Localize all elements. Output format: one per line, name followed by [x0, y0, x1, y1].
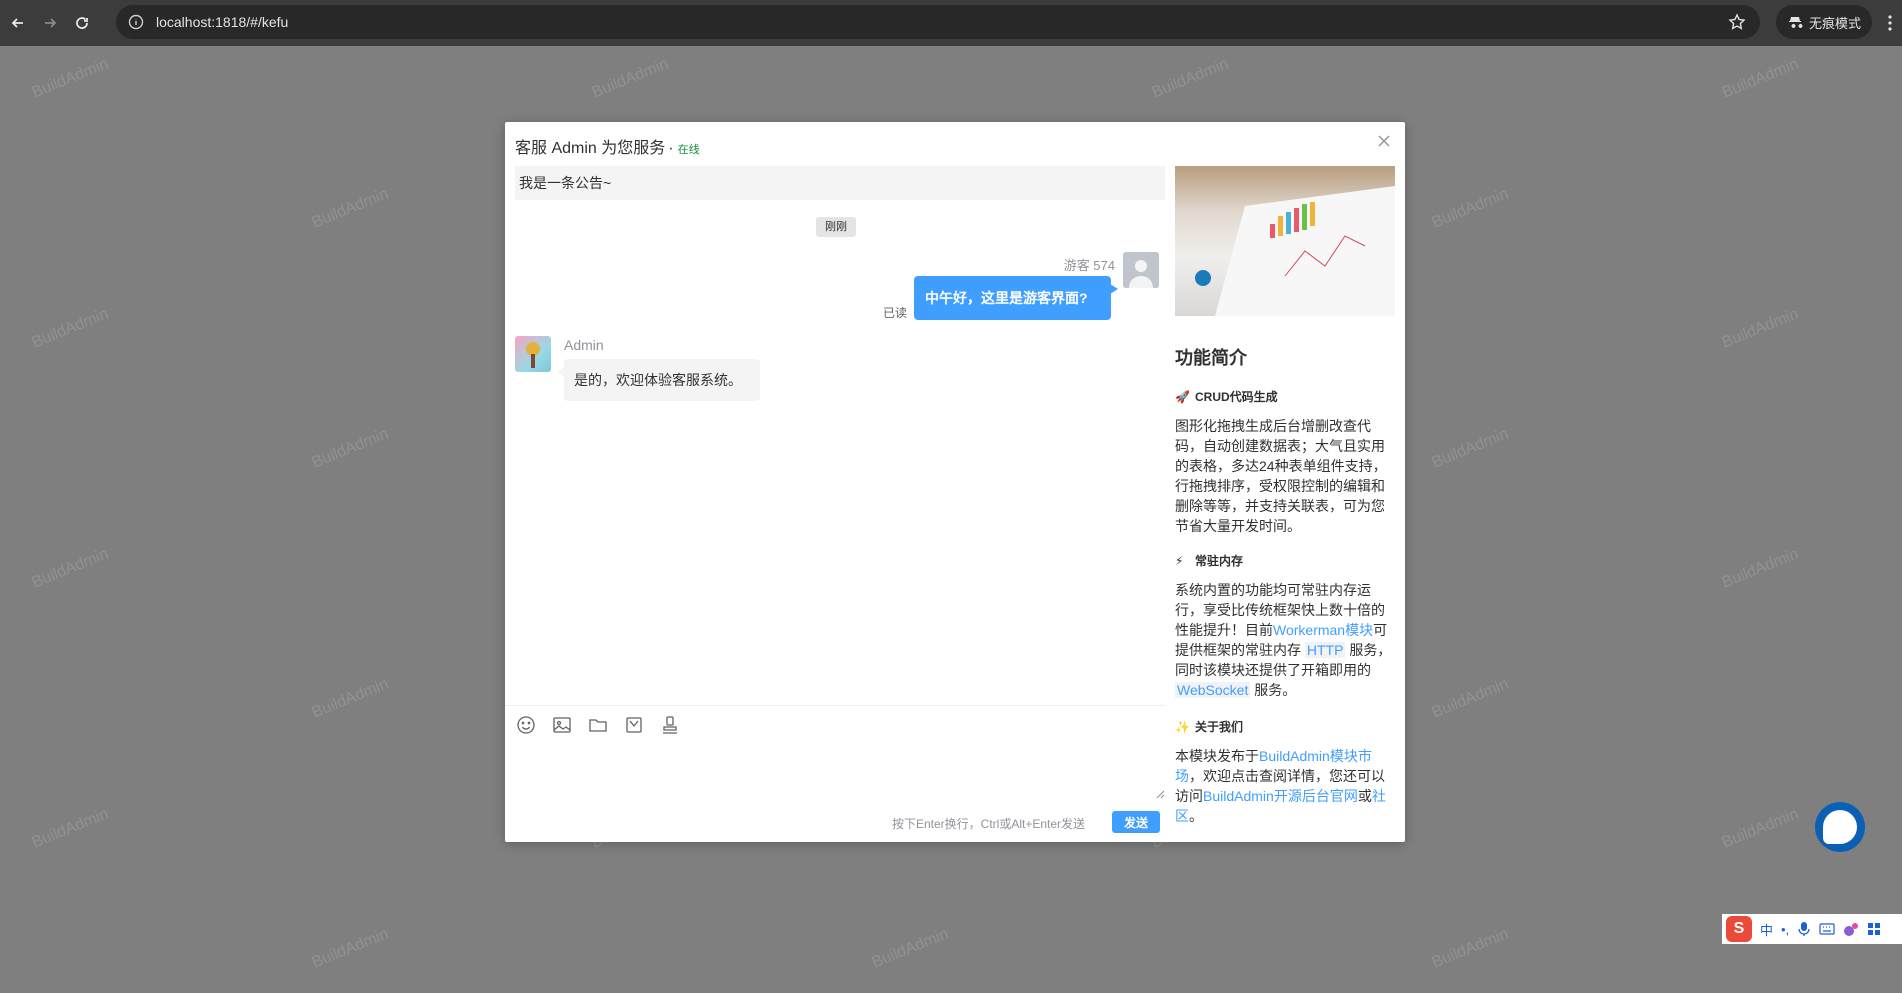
watermark: BuildAdmin [309, 425, 391, 472]
websocket-link[interactable]: WebSocket [1175, 682, 1251, 698]
incognito-badge[interactable]: 无痕模式 [1776, 5, 1872, 39]
body-text: 。 [1189, 808, 1203, 824]
watermark: BuildAdmin [309, 925, 391, 972]
watermark: BuildAdmin [309, 185, 391, 232]
watermark: BuildAdmin [29, 55, 111, 102]
body-text: 本模块发布于 [1175, 748, 1259, 764]
dialog-title: 客服 Admin 为您服务 · 在线 [515, 134, 700, 158]
visitor-message-bubble: 中午好，这里是游客界面? [914, 276, 1118, 320]
watermark: BuildAdmin [29, 305, 111, 352]
browser-toolbar: localhost:1818/#/kefu 无痕模式 [0, 0, 1902, 46]
section-heading-text: 关于我们 [1195, 720, 1244, 734]
kefu-dialog: 客服 Admin 为您服务 · 在线 我是一条公告~ 刚刚 游客 574 中午好… [505, 122, 1405, 842]
keyboard-icon[interactable] [1819, 922, 1835, 936]
watermark: BuildAdmin [589, 55, 671, 102]
ime-toolbar: S 中 •, [1722, 914, 1902, 944]
panel-title: 功能简介 [1175, 348, 1247, 368]
input-divider [505, 705, 1165, 706]
watermark: BuildAdmin [29, 545, 111, 592]
online-status: 在线 [677, 144, 700, 156]
http-link[interactable]: HTTP [1304, 642, 1346, 658]
section-heading-crud: 🚀 CRUD代码生成 [1175, 388, 1278, 405]
watermark: BuildAdmin [29, 805, 111, 852]
section-heading-memory: ⚡ 常驻内存 [1175, 552, 1243, 569]
intro-image [1175, 166, 1395, 316]
watermark: BuildAdmin [1719, 305, 1801, 352]
address-bar[interactable]: localhost:1818/#/kefu [116, 5, 1760, 39]
section-body-memory: 系统内置的功能均可常驻内存运行，享受比传统框架快上数十倍的性能提升！目前Work… [1175, 580, 1397, 700]
watermark: BuildAdmin [1719, 805, 1801, 852]
watermark: BuildAdmin [1149, 55, 1231, 102]
admin-name: Admin [564, 337, 604, 353]
incognito-label: 无痕模式 [1808, 15, 1861, 31]
incognito-icon [1788, 17, 1803, 28]
forward-icon[interactable] [36, 9, 64, 37]
message-input[interactable] [515, 744, 1165, 800]
sparkles-icon: ✨ [1175, 719, 1190, 734]
watermark: BuildAdmin [869, 925, 951, 972]
send-hint: 按下Enter换行，Ctrl或Alt+Enter发送 [892, 817, 1086, 831]
reload-icon[interactable] [68, 9, 96, 37]
watermark: BuildAdmin [1719, 55, 1801, 102]
watermark: BuildAdmin [1429, 675, 1511, 722]
section-body-crud: 图形化拖拽生成后台增删改查代码，自动创建数据表；大气且实用的表格，多达24种表单… [1175, 418, 1387, 534]
stamp-icon[interactable] [659, 714, 681, 736]
lightning-icon: ⚡ [1175, 553, 1184, 568]
site-info-icon[interactable] [128, 14, 144, 30]
body-text: 服务。 [1250, 682, 1297, 698]
watermark: BuildAdmin [1429, 925, 1511, 972]
close-icon[interactable] [1377, 134, 1391, 148]
watermark: BuildAdmin [1429, 185, 1511, 232]
sogou-logo-icon[interactable]: S [1726, 916, 1752, 942]
workerman-link[interactable]: Workerman模块 [1273, 622, 1373, 638]
chat-bubble-icon [1823, 810, 1857, 844]
image-icon[interactable] [551, 714, 573, 736]
time-chip: 刚刚 [816, 217, 856, 237]
url-text[interactable]: localhost:1818/#/kefu [156, 14, 288, 30]
input-toolbar [515, 714, 681, 736]
notice-bar: 我是一条公告~ [515, 166, 1165, 200]
rocket-icon: 🚀 [1175, 389, 1190, 404]
toolbox-icon[interactable] [1867, 922, 1881, 936]
official-site-link[interactable]: BuildAdmin开源后台官网 [1203, 788, 1358, 804]
section-heading-text: CRUD代码生成 [1195, 390, 1278, 404]
admin-message-bubble: 是的，欢迎体验客服系统。 [557, 359, 760, 401]
emoji-icon[interactable] [515, 714, 537, 736]
section-body-about: 本模块发布于BuildAdmin模块市场，欢迎点击查阅详情，您还可以访问Buil… [1175, 746, 1397, 826]
section-heading-about: ✨ 关于我们 [1175, 718, 1243, 735]
floating-chat-button[interactable] [1815, 802, 1865, 852]
message-box-icon[interactable] [623, 714, 645, 736]
send-button[interactable]: 发送 [1112, 811, 1160, 833]
watermark: BuildAdmin [1719, 545, 1801, 592]
bookmark-star-icon[interactable] [1728, 13, 1746, 31]
watermark: BuildAdmin [1429, 425, 1511, 472]
resize-grip-icon[interactable] [1156, 790, 1165, 799]
ime-mode[interactable]: 中 [1760, 920, 1773, 939]
section-heading-text: 常驻内存 [1195, 554, 1244, 568]
back-icon[interactable] [4, 9, 32, 37]
visitor-name: 游客 574 [1063, 258, 1115, 273]
skin-icon[interactable] [1843, 921, 1859, 937]
dialog-title-text: 客服 Admin 为您服务 [515, 140, 666, 157]
ime-punct[interactable]: •, [1781, 922, 1789, 937]
visitor-avatar [1123, 252, 1159, 288]
microphone-icon[interactable] [1797, 921, 1811, 937]
title-separator: · [668, 140, 674, 157]
browser-menu-icon[interactable] [1882, 12, 1898, 34]
read-status: 已读 [883, 306, 908, 320]
admin-avatar [515, 336, 551, 372]
body-text: 或 [1357, 788, 1372, 804]
watermark: BuildAdmin [309, 675, 391, 722]
folder-icon[interactable] [587, 714, 609, 736]
